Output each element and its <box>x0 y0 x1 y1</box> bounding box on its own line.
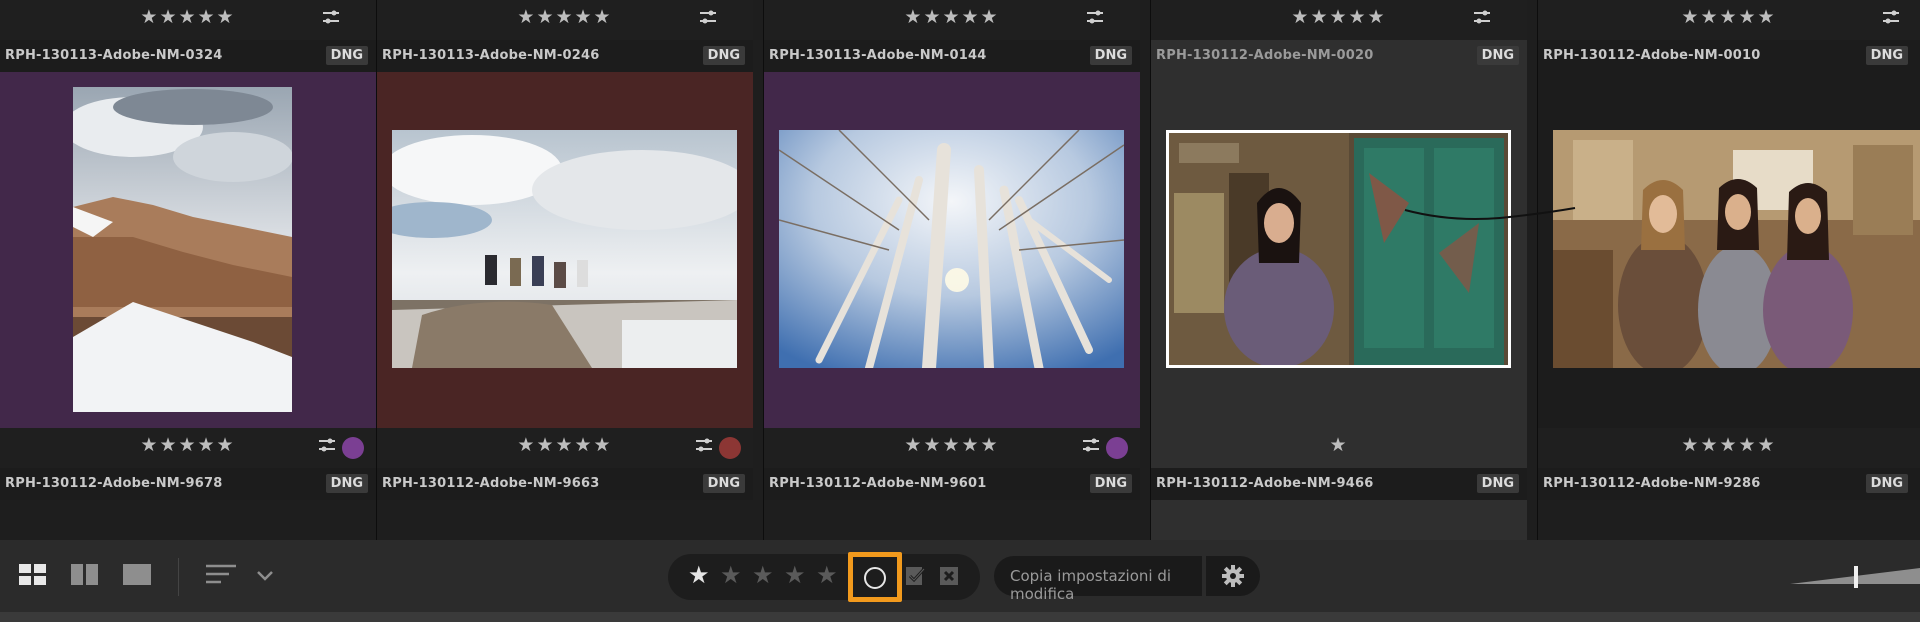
grid-column: ★★★★★ RPH-130113-Adobe-NM-0246 DNG ★★★★★… <box>377 0 753 540</box>
photo-grid: ★★★★★ RPH-130113-Adobe-NM-0324 DNG ★★★★★… <box>0 0 1920 540</box>
bottom-rating-bar: ★★★★★ <box>1538 428 1920 468</box>
grid-column: ★★★★★ RPH-130112-Adobe-NM-0010 DNG ★★★★★… <box>1538 0 1920 540</box>
filename-bar: RPH-130112-Adobe-NM-0010 DNG <box>1538 40 1920 72</box>
file-type-badge: DNG <box>1476 46 1519 65</box>
unflagged-filter-button[interactable] <box>848 552 902 602</box>
sort-icon[interactable] <box>205 562 239 588</box>
top-rating-bar: ★★★★★ <box>1538 0 1920 40</box>
filename-bar: RPH-130112-Adobe-NM-9601 DNG <box>764 468 1140 500</box>
filename-bar: RPH-130113-Adobe-NM-0246 DNG <box>377 40 753 72</box>
star-rating[interactable]: ★★★★★ <box>1151 6 1527 28</box>
filename: RPH-130112-Adobe-NM-9601 <box>769 476 987 491</box>
star-rating[interactable]: ★ <box>1151 434 1527 456</box>
filename: RPH-130112-Adobe-NM-0020 <box>1156 48 1374 63</box>
thumbnail-size-slider[interactable] <box>1790 564 1920 590</box>
filename: RPH-130113-Adobe-NM-0144 <box>769 48 987 63</box>
settings-button[interactable] <box>1206 556 1260 596</box>
photo-thumbnail[interactable] <box>779 130 1124 368</box>
top-rating-bar: ★★★★★ <box>377 0 753 40</box>
flag-x-icon[interactable] <box>938 564 962 588</box>
edit-adjustments-icon <box>319 438 335 452</box>
file-type-badge: DNG <box>1089 46 1132 65</box>
top-rating-bar: ★★★★★ <box>764 0 1140 40</box>
color-label-purple[interactable] <box>1106 437 1128 459</box>
chevron-down-icon[interactable] <box>256 570 274 582</box>
rating-filter-star-1[interactable]: ★ <box>688 561 710 589</box>
top-rating-bar: ★★★★★ <box>0 0 376 40</box>
toolbar-divider <box>178 558 179 596</box>
filename: RPH-130112-Adobe-NM-9678 <box>5 476 223 491</box>
grid-column: ★★★★★ RPH-130113-Adobe-NM-0324 DNG ★★★★★… <box>0 0 376 540</box>
photo-cell[interactable] <box>764 72 1140 428</box>
star-rating[interactable]: ★★★★★ <box>1538 6 1920 28</box>
slider-handle[interactable] <box>1854 566 1858 588</box>
rating-filter-star-5[interactable]: ★ <box>816 561 838 589</box>
photo-cell[interactable] <box>1538 72 1920 428</box>
grid-column: ★★★★★ RPH-130113-Adobe-NM-0144 DNG ★★★★★… <box>764 0 1140 540</box>
file-type-badge: DNG <box>325 474 368 493</box>
photo-thumbnail[interactable] <box>1166 130 1511 368</box>
filename: RPH-130112-Adobe-NM-0010 <box>1543 48 1761 63</box>
photo-thumbnail[interactable] <box>1553 130 1920 368</box>
copy-edit-settings-button[interactable]: Copia impostazioni di modifica <box>994 556 1202 603</box>
bottom-toolbar: ★ ★ ★ ★ ★ Copia impostazioni di modifica <box>0 540 1920 612</box>
grid-view-icon[interactable] <box>18 562 48 588</box>
color-label-purple[interactable] <box>342 437 364 459</box>
star-rating[interactable]: ★★★★★ <box>764 6 1140 28</box>
copy-settings-label: Copia impostazioni di modifica <box>1010 567 1172 603</box>
filename-bar: RPH-130112-Adobe-NM-9678 DNG <box>0 468 376 500</box>
filename-bar: RPH-130112-Adobe-NM-9466 DNG <box>1151 468 1527 500</box>
bottom-rating-bar: ★★★★★ <box>764 428 1140 468</box>
star-rating[interactable]: ★★★★★ <box>1538 434 1920 456</box>
file-type-badge: DNG <box>702 46 745 65</box>
file-type-badge: DNG <box>1865 46 1908 65</box>
grid-column: ★★★★★ RPH-130112-Adobe-NM-0020 DNG ★ RPH… <box>1151 0 1527 540</box>
filename-bar: RPH-130113-Adobe-NM-0144 DNG <box>764 40 1140 72</box>
rating-filter-star-4[interactable]: ★ <box>784 561 806 589</box>
edit-adjustments-icon <box>696 438 712 452</box>
drag-line <box>1404 207 1576 220</box>
edit-adjustments-icon <box>1474 10 1490 24</box>
filename: RPH-130112-Adobe-NM-9466 <box>1156 476 1374 491</box>
bottom-rating-bar: ★ <box>1151 428 1527 468</box>
rating-filter-star-2[interactable]: ★ <box>720 561 742 589</box>
single-view-icon[interactable] <box>122 562 152 588</box>
star-rating[interactable]: ★★★★★ <box>0 6 376 28</box>
filename: RPH-130113-Adobe-NM-0246 <box>382 48 600 63</box>
filename-bar: RPH-130112-Adobe-NM-0020 DNG <box>1151 40 1527 72</box>
filename: RPH-130112-Adobe-NM-9286 <box>1543 476 1761 491</box>
filename: RPH-130112-Adobe-NM-9663 <box>382 476 600 491</box>
top-rating-bar: ★★★★★ <box>1151 0 1527 40</box>
circle-icon <box>864 567 886 589</box>
rating-filter-star-3[interactable]: ★ <box>752 561 774 589</box>
flag-check-icon[interactable] <box>904 564 928 588</box>
file-type-badge: DNG <box>1476 474 1519 493</box>
filename-bar: RPH-130112-Adobe-NM-9286 DNG <box>1538 468 1920 500</box>
edit-adjustments-icon <box>1087 10 1103 24</box>
edit-adjustments-icon <box>1083 438 1099 452</box>
edit-adjustments-icon <box>1883 10 1899 24</box>
photo-cell-selected[interactable] <box>1151 72 1527 428</box>
file-type-badge: DNG <box>325 46 368 65</box>
filename: RPH-130113-Adobe-NM-0324 <box>5 48 223 63</box>
compare-view-icon[interactable] <box>70 562 100 588</box>
bottom-rating-bar: ★★★★★ <box>0 428 376 468</box>
bottom-rating-bar: ★★★★★ <box>377 428 753 468</box>
photo-thumbnail[interactable] <box>392 130 737 368</box>
star-rating[interactable]: ★★★★★ <box>377 6 753 28</box>
photo-cell[interactable] <box>377 72 753 428</box>
photo-cell[interactable] <box>0 72 376 428</box>
edit-adjustments-icon <box>700 10 716 24</box>
bottom-strip <box>0 612 1920 622</box>
filename-bar: RPH-130113-Adobe-NM-0324 DNG <box>0 40 376 72</box>
file-type-badge: DNG <box>1865 474 1908 493</box>
file-type-badge: DNG <box>702 474 745 493</box>
color-label-red[interactable] <box>719 437 741 459</box>
photo-thumbnail[interactable] <box>73 87 292 412</box>
edit-adjustments-icon <box>323 10 339 24</box>
file-type-badge: DNG <box>1089 474 1132 493</box>
filename-bar: RPH-130112-Adobe-NM-9663 DNG <box>377 468 753 500</box>
gear-icon <box>1222 565 1244 587</box>
